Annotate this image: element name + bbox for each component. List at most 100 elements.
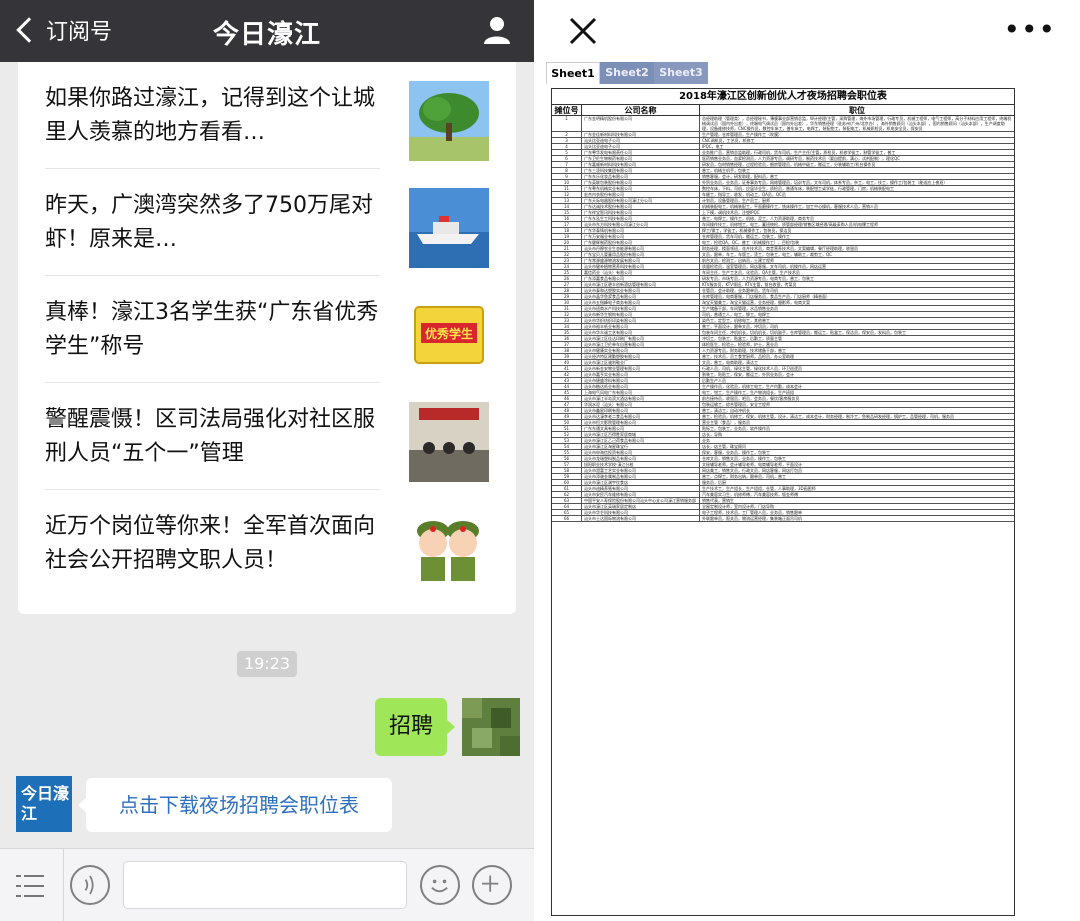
booth-number-cell: 62 [552,492,582,497]
positions-cell: 生产管理，仓库管理员，生产操作工（吹膜） [702,132,782,137]
booth-number-cell: 43 [552,378,582,383]
booth-number-cell: 41 [552,366,582,371]
positions-cell: 仓库管理员，货车司机，搬运工，包装工，操作工 [702,234,790,239]
company-cell: 汕头市东方科技有限公司濠江分公司 [582,222,700,227]
positions-cell: 店长，导购 [702,432,722,437]
company-cell: 中国平安人寿保险股份有限公司汕头中心支公司濠江营销服务部 [582,498,700,503]
job-table: 2018年濠江区创新创优人才夜场招聘会职位表 摊位号 公司名称 职位 1 广东金明… [551,88,1015,916]
positions-cell: 计划员，设备管理员，生产员工，厨师 [702,198,770,203]
positions-cell: 数控车床，下料，司机，应届毕业生，质检员，普通车床，装配钳工或学徒，行政管理，门… [702,186,894,191]
positions-cell: 车缝工，指导工，收发，机动工，QA员，QC员 [702,192,786,197]
booth-number-cell: 57 [552,462,582,467]
positions-cell: 冲切工，包装工，贴盒工，后勤工，质量主管 [702,336,782,341]
booth-number-cell: 52 [552,432,582,437]
company-cell: 汕头市濠江卫伦单车自营有限公司 [582,342,700,347]
positions-cell: 文员，普工，电商助理，清洁工 [702,360,758,365]
chat-timestamp: 19:23 [237,651,297,677]
positions-cell: 普工，清洁工，自动冲机长 [702,408,750,413]
chat-input-bar [0,848,534,921]
positions-cell: 保安，客服，业务员，操作工，包装工 [702,450,770,455]
download-link-message[interactable]: 点击下载夜场招聘会职位表 [78,778,392,832]
company-cell: 汕头比亚迪电子公司 [582,144,700,149]
company-cell: 广东健辉制药股份有限公司 [582,240,700,245]
article-item[interactable]: 近万个岗位等你来！全军首次面向社会公开招聘文职人员！ [18,490,516,597]
positions-cell: 总经理助理（管理类），总经理秘书，薄膜事业部营销总监，W计经理/主管，采购管理，… [702,116,1012,131]
positions-cell: 电工，钳工，生产操作工，生产物流组长，生产班组 [702,390,794,395]
positions-cell: 汽车美容实习生，机修师傅，汽车美容技师，钣金师傅 [702,492,798,497]
company-cell: 汕头市濠江区骏利鞋业厂 [582,360,700,365]
company-cell: 汕头经济特区建勤塑胶有限公司 [582,354,700,359]
booth-number-cell: 23 [552,258,582,263]
booth-number-cell: 56 [552,456,582,461]
positions-cell: 司机，普通工人，电工，铆工，电焊工 [702,312,770,317]
positions-cell: 前台文员，检测工，出纳员，土建工程师 [702,258,774,263]
booth-number-cell: 6 [552,156,582,161]
positions-cell: 财务经理，楼面领班，花卉技术员，商昔营养技术员，文案编辑，餐厅经理助理，收银员 [702,246,858,251]
booth-number-cell: 25 [552,270,582,275]
positions-cell: 生产操作员，化验员，机修工电工，生产内勤，成本会计 [702,384,802,389]
positions-cell: 仓管员，会计助理，业务跟单员，货车司机 [702,288,778,293]
user-avatar[interactable] [462,698,520,756]
company-cell: 汕头市濠江区英瑞家居定制店 [582,504,700,509]
tab-sheet2[interactable]: Sheet2 [600,62,654,84]
company-cell: 汕头市濠江区碧丰创新酒店管理有限公司 [582,282,700,287]
positions-cell: KTV服务员，KTV领班，KTV主管，前台收银，传菜员 [702,282,797,287]
booth-number-cell: 27 [552,282,582,287]
booth-number-cell: 32 [552,312,582,317]
voice-icon[interactable] [70,865,110,905]
divider [63,849,64,921]
article-item[interactable]: 如果你路过濠江，记得到这个让城里人羡慕的地方看看… [18,62,516,169]
plus-icon[interactable] [472,865,512,905]
company-cell: 华润水泥（汕头）有限公司 [582,402,700,407]
header-positions: 职位 [849,106,865,115]
menu-list-icon[interactable] [16,873,44,899]
person-icon[interactable] [482,15,512,45]
booth-number-cell: 54 [552,444,582,449]
article-item[interactable]: 警醒震慑！区司法局强化对社区服刑人员“五个一”管理 [18,383,516,490]
sent-message-bubble[interactable]: 招聘 [375,698,455,756]
article-list-card: 如果你路过濠江，记得到这个让城里人羡慕的地方看看… 昨天，广澳湾突然多了750万… [18,62,516,614]
viewer-top-bar: ••• [546,0,1080,62]
emoji-icon[interactable] [420,865,460,905]
company-cell: 汕头市华仑科技有限公司 [582,510,700,515]
company-cell: 汕头市新华生钢构有限公司 [582,312,700,317]
company-cell: 汕头市濠江区乙己荷食品有限公司 [582,438,700,443]
article-item[interactable]: 真棒！濠江3名学生获“广东省优秀学生”称号 优秀学生 [18,276,516,383]
company-cell: 汕头市达濠李老二食品有限公司 [582,414,700,419]
company-cell: 广东祥宝智讯科技有限公司 [582,210,700,215]
message-input[interactable] [123,861,407,909]
booth-number-cell: 45 [552,390,582,395]
booth-number-cell: 53 [552,438,582,443]
official-account-avatar[interactable]: 今日濠江 [16,776,72,832]
positions-cell: 人力资源专员，财务助理，技术储备干部，普工 [702,348,786,353]
company-cell: 汕头市华织纺织印染有限公司 [582,318,700,323]
booth-number-cell: 15 [552,210,582,215]
table-header: 摊位号 公司名称 职位 [552,105,1014,116]
booth-number-cell: 11 [552,186,582,191]
article-item[interactable]: 昨天，广澳湾突然多了750万尾对虾！原来是… [18,169,516,276]
company-cell: 汕头市安民汽车维修有限公司 [582,492,700,497]
more-options-icon[interactable]: ••• [1003,16,1056,44]
article-title: 真棒！濠江3名学生获“广东省优秀学生”称号 [45,300,379,359]
company-cell: 汕头市丹穆农业生态能源有限公司 [582,246,700,251]
company-cell: 广东金佳新材料科技有限公司 [582,132,700,137]
tab-sheet1[interactable]: Sheet1 [546,62,600,84]
booth-number-cell: 8 [552,168,582,173]
header-booth: 摊位号 [552,105,582,115]
tab-sheet3[interactable]: Sheet3 [654,62,708,84]
company-cell: 汕头市捷盛涂料有限公司 [582,378,700,383]
booth-number-cell: 63 [552,498,582,503]
positions-cell: 普工，点焊工，财务出纳，跟单员，司机，普工 [702,474,786,479]
company-cell: 广东金明精机股份有限公司 [582,116,700,131]
close-icon[interactable] [568,16,598,46]
chat-pane: 订阅号 今日濠江 如果你路过濠江，记得到这个让城里人羡慕的地方看看… 昨天，广澳… [0,0,534,921]
company-cell: 汕头市添骏金属制品有限公司 [582,474,700,479]
company-cell: 广东卫伦生物制药有限公司 [582,156,700,161]
table-body: 1 广东金明精机股份有限公司 总经理助理（管理类），总经理秘书，薄膜事业部营销总监，… [552,116,1014,522]
booth-number-cell: 21 [552,246,582,251]
booth-number-cell: 17 [552,222,582,227]
company-cell: 广东英联包装股份有限公司 [582,180,700,185]
company-cell: 广东东乐化妆品有限公司 [582,174,700,179]
company-cell: 汕头市申海信投资有限公司 [582,450,700,455]
positions-cell: 外联跟单员，报关员，物流运营经理，集装箱正面吊司机 [702,516,802,521]
